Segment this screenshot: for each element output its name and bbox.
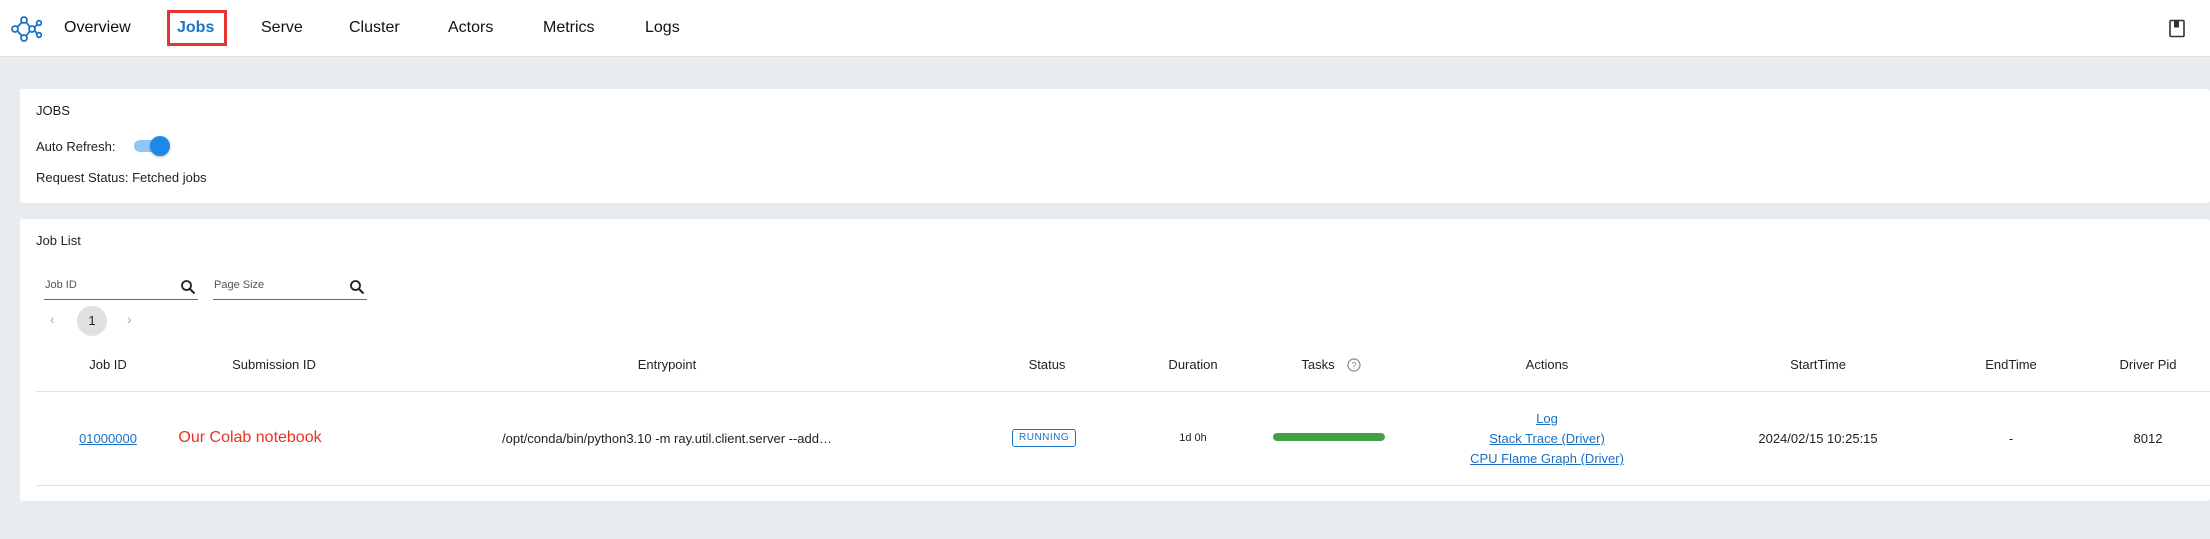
nav-serve[interactable]: Serve — [261, 17, 303, 39]
nav-metrics[interactable]: Metrics — [543, 17, 595, 39]
status-badge: RUNNING — [1012, 429, 1077, 447]
column-header-entrypoint[interactable]: Entrypoint — [638, 357, 697, 372]
column-header-actions[interactable]: Actions — [1526, 357, 1569, 372]
ray-logo-icon[interactable] — [10, 14, 42, 44]
column-header-duration[interactable]: Duration — [1168, 357, 1217, 372]
end-time-text: - — [2008, 431, 2014, 446]
auto-refresh-toggle[interactable] — [130, 135, 170, 156]
auto-refresh-label: Auto Refresh: — [36, 139, 116, 154]
pager-page-1[interactable]: 1 — [77, 306, 107, 336]
job-id-input[interactable] — [45, 279, 165, 291]
column-header-driver-pid[interactable]: Driver Pid — [2119, 357, 2176, 372]
submission-id-text: Our Colab notebook — [178, 429, 322, 446]
nav-cluster[interactable]: Cluster — [349, 17, 400, 39]
table-row-divider — [36, 485, 2210, 486]
action-cpu-flame-graph-link[interactable]: CPU Flame Graph (Driver) — [1470, 451, 1624, 466]
search-icon[interactable] — [180, 279, 196, 295]
nav-overview[interactable]: Overview — [64, 17, 131, 39]
toggle-thumb — [150, 136, 170, 156]
action-stack-trace-link[interactable]: Stack Trace (Driver) — [1489, 431, 1605, 446]
tasks-progress-fill — [1273, 433, 1385, 441]
driver-pid-text: 8012 — [2133, 431, 2163, 446]
jobs-summary-card: JOBS Auto Refresh: Request Status: Fetch… — [20, 89, 2210, 203]
request-status-text: Request Status: Fetched jobs — [36, 170, 207, 185]
nav-actors[interactable]: Actors — [448, 17, 493, 39]
nav-logs[interactable]: Logs — [645, 17, 680, 39]
table-header-divider — [36, 391, 2210, 392]
jobs-card-title: JOBS — [36, 103, 70, 118]
column-header-tasks[interactable]: Tasks — [1301, 357, 1334, 372]
tasks-progress-bar — [1273, 433, 1385, 441]
pager-next-button[interactable]: › — [127, 311, 132, 327]
documentation-book-icon[interactable] — [2168, 19, 2186, 38]
page-size-search — [213, 274, 367, 300]
entrypoint-text: /opt/conda/bin/python3.10 -m ray.util.cl… — [502, 431, 832, 446]
column-header-endtime[interactable]: EndTime — [1985, 357, 2037, 372]
column-header-submission-id[interactable]: Submission ID — [232, 357, 316, 372]
job-id-link[interactable]: 01000000 — [79, 431, 137, 446]
duration-text: 1d 0h — [1179, 432, 1207, 444]
top-nav-bar: Overview Jobs Serve Cluster Actors Metri… — [0, 0, 2210, 57]
page-size-input[interactable] — [214, 279, 334, 291]
search-icon[interactable] — [349, 279, 365, 295]
column-header-job-id[interactable]: Job ID — [89, 357, 127, 372]
job-list-card: Job List ‹ 1 › Job ID Submission ID Entr… — [20, 219, 2210, 501]
nav-jobs-highlight-box — [167, 10, 227, 46]
action-log-link[interactable]: Log — [1536, 411, 1558, 426]
pager-prev-button[interactable]: ‹ — [50, 311, 55, 327]
svg-text:?: ? — [1351, 361, 1356, 371]
job-list-title: Job List — [36, 233, 81, 248]
job-id-search — [44, 274, 198, 300]
help-icon[interactable]: ? — [1347, 358, 1361, 372]
column-header-status[interactable]: Status — [1029, 357, 1066, 372]
column-header-starttime[interactable]: StartTime — [1790, 357, 1846, 372]
start-time-text: 2024/02/15 10:25:15 — [1758, 431, 1878, 446]
